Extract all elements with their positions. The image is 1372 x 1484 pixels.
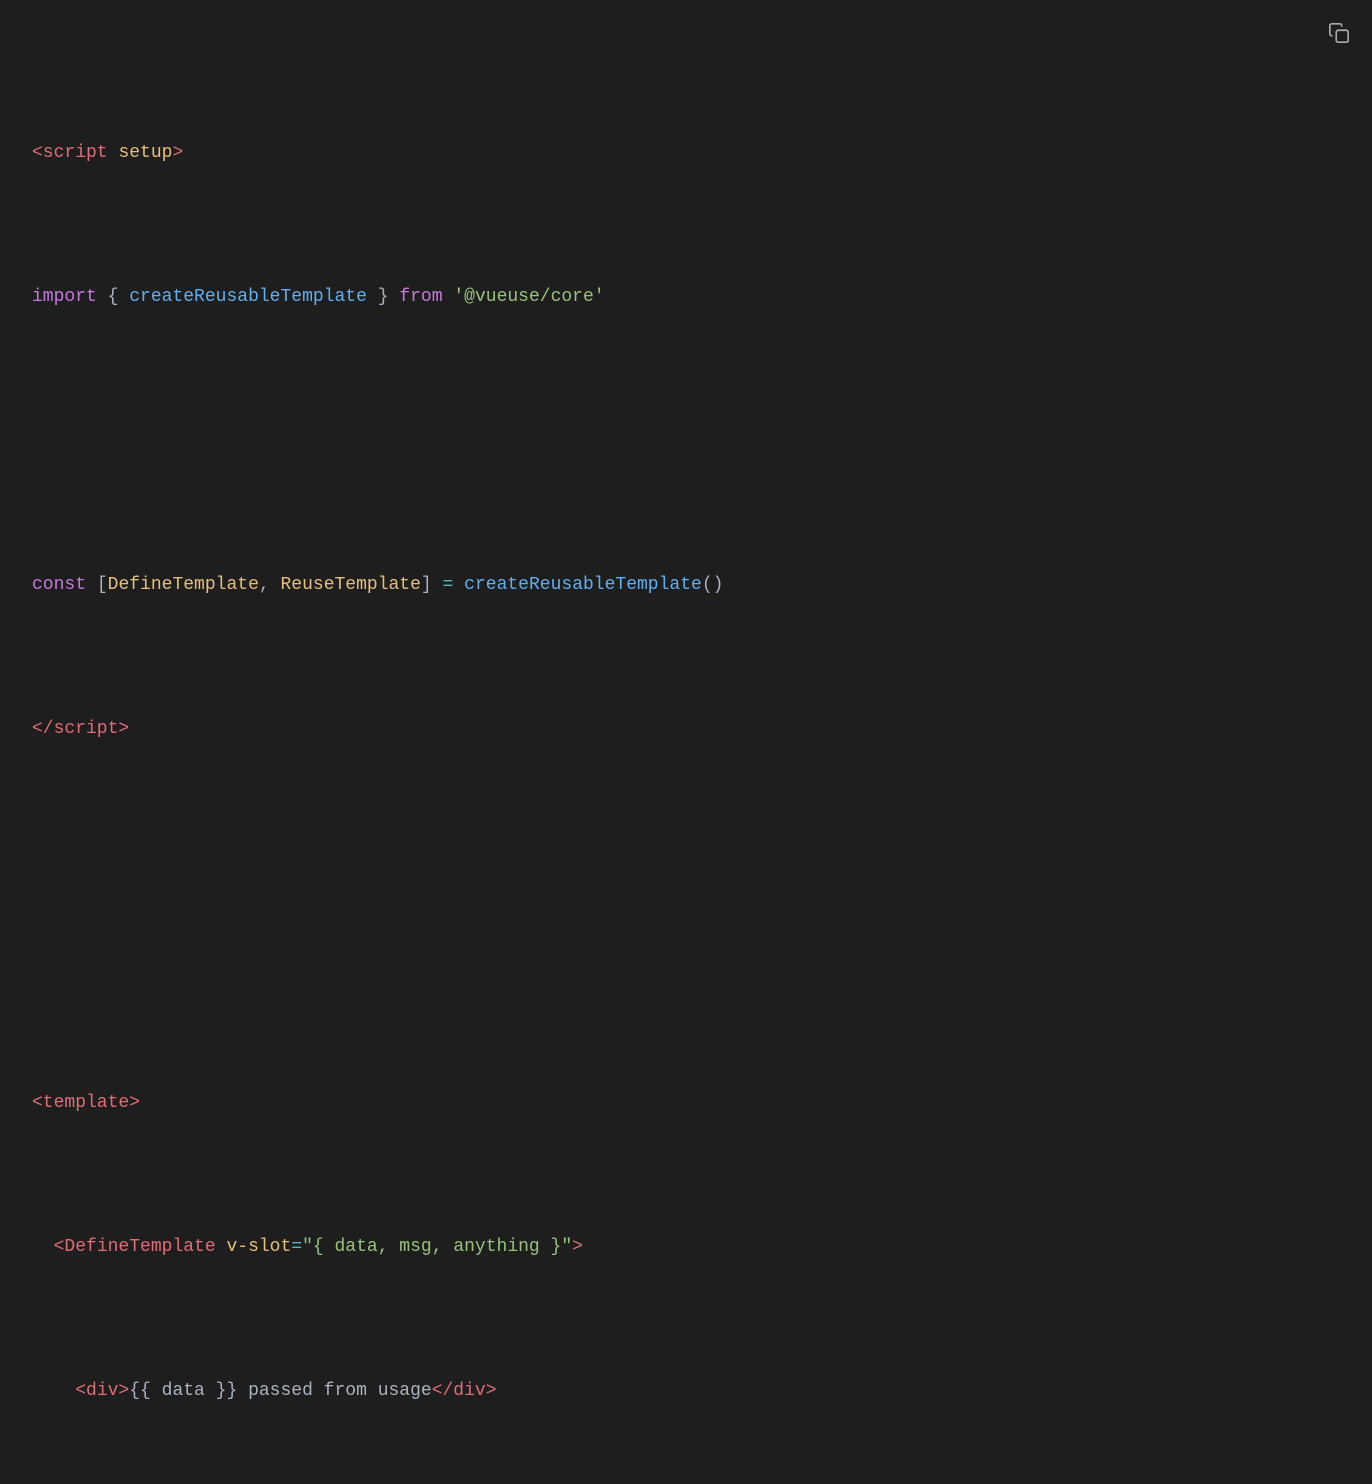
code-line-5: </script> — [32, 715, 1340, 744]
code-line-4: const [DefineTemplate, ReuseTemplate] = … — [32, 571, 1340, 600]
code-line-6 — [32, 859, 1340, 888]
code-editor: <script setup> import { createReusableTe… — [0, 0, 1372, 1484]
code-line-3 — [32, 427, 1340, 456]
code-block: <script setup> import { createReusableTe… — [32, 24, 1340, 1484]
copy-icon — [1328, 22, 1350, 44]
code-line-9: <DefineTemplate v-slot="{ data, msg, any… — [32, 1233, 1340, 1262]
code-line-7 — [32, 946, 1340, 975]
copy-button[interactable] — [1322, 16, 1356, 50]
code-line-10: <div>{{ data }} passed from usage</div> — [32, 1377, 1340, 1406]
code-line-1: <script setup> — [32, 139, 1340, 168]
code-line-2: import { createReusableTemplate } from '… — [32, 283, 1340, 312]
code-line-8: <template> — [32, 1089, 1340, 1118]
